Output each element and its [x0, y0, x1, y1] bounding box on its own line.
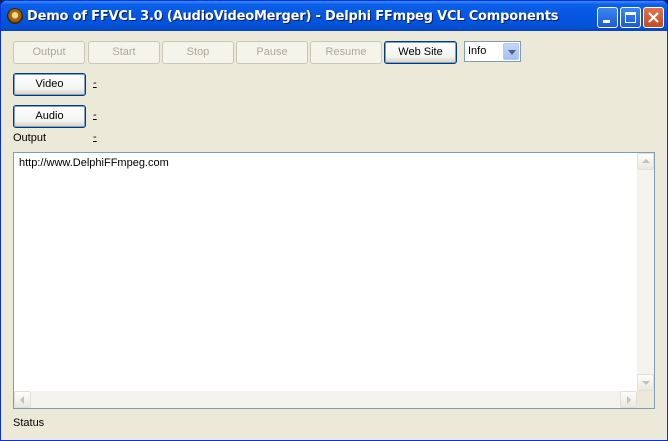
output-button[interactable]: Output	[13, 41, 85, 64]
app-icon[interactable]	[7, 8, 23, 24]
video-path-label: -	[93, 77, 97, 89]
maximize-icon	[625, 12, 636, 23]
log-level-value: Info	[468, 45, 487, 57]
title-bar[interactable]: Demo of FFVCL 3.0 (AudioVideoMerger) - D…	[1, 1, 667, 31]
vertical-scrollbar[interactable]	[637, 153, 654, 391]
scroll-corner	[637, 391, 654, 408]
audio-path-label: -	[93, 109, 97, 121]
output-path-label: -	[93, 131, 97, 143]
arrow-left-icon	[20, 396, 24, 404]
pause-button[interactable]: Pause	[236, 41, 308, 64]
maximize-button[interactable]	[620, 7, 641, 28]
log-level-select[interactable]: Info	[464, 41, 521, 62]
minimize-button[interactable]	[597, 7, 618, 28]
log-text: http://www.DelphiFFmpeg.com	[19, 157, 169, 169]
status-label: Status	[13, 417, 45, 429]
output-caption: Output	[13, 132, 47, 144]
minimize-icon	[603, 20, 610, 23]
resume-button[interactable]: Resume	[310, 41, 382, 64]
horizontal-scrollbar[interactable]	[14, 391, 637, 408]
start-button[interactable]: Start	[88, 41, 160, 64]
scroll-left-button[interactable]	[14, 391, 31, 408]
arrow-up-icon	[642, 159, 650, 163]
arrow-down-icon	[642, 381, 650, 385]
main-window: Demo of FFVCL 3.0 (AudioVideoMerger) - D…	[0, 0, 668, 441]
audio-button[interactable]: Audio	[13, 105, 86, 128]
window-title: Demo of FFVCL 3.0 (AudioVideoMerger) - D…	[27, 9, 559, 24]
website-button[interactable]: Web Site	[384, 41, 457, 64]
scroll-up-button[interactable]	[637, 153, 654, 170]
video-button[interactable]: Video	[13, 73, 86, 96]
arrow-right-icon	[627, 396, 631, 404]
log-memo[interactable]: http://www.DelphiFFmpeg.com	[13, 152, 655, 409]
close-button[interactable]	[643, 7, 664, 28]
close-icon	[648, 12, 659, 23]
chevron-down-icon[interactable]	[503, 43, 519, 60]
scroll-down-button[interactable]	[637, 374, 654, 391]
scroll-right-button[interactable]	[620, 391, 637, 408]
stop-button[interactable]: Stop	[162, 41, 234, 64]
